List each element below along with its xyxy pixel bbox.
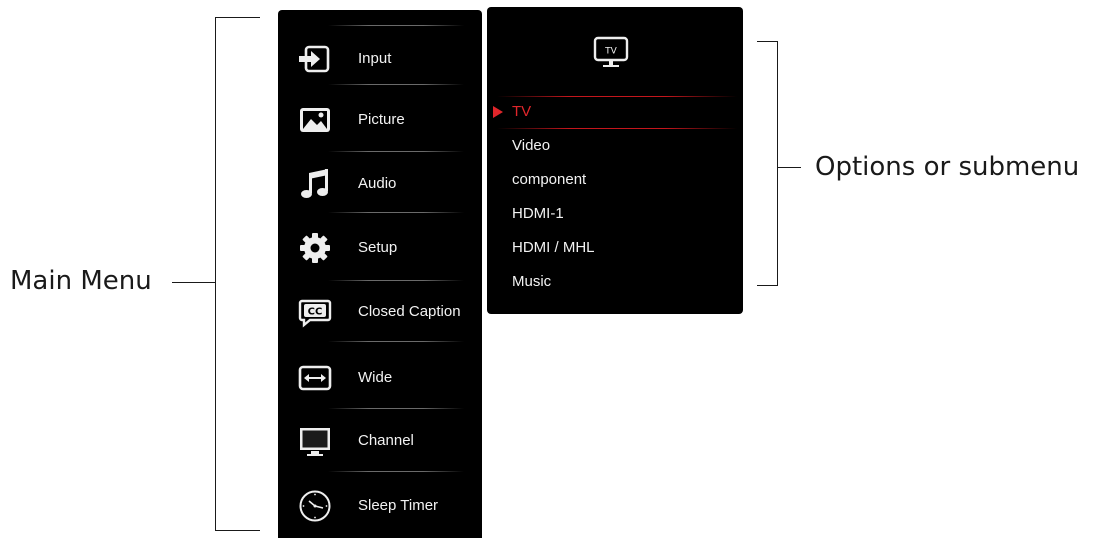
tv-icon-text: TV [604,47,617,57]
menu-item-picture[interactable]: Picture [278,88,482,152]
menu-item-label: Wide [358,369,393,386]
picture-icon [300,108,330,132]
menu-item-label: Audio [358,175,397,192]
menu-item-label: Input [358,50,392,67]
menu-item-label: Sleep Timer [358,497,439,514]
submenu-callout-line [777,167,801,168]
menu-item-input[interactable]: Input [278,27,482,91]
menu-divider [328,25,464,26]
channel-icon [300,428,330,456]
submenu-item-music[interactable]: Music [487,265,743,299]
main-menu-callout-label: Main Menu [10,266,152,296]
menu-item-audio[interactable]: Audio [278,152,482,216]
main-menu-panel: Input Picture Audio Setup CC Closed Capt… [278,10,482,538]
main-menu-bracket [215,17,260,531]
submenu-item-label: HDMI-1 [512,205,564,222]
submenu-item-component[interactable]: component [487,163,743,197]
menu-divider [328,212,464,213]
submenu-item-video[interactable]: Video [487,129,743,163]
menu-item-wide[interactable]: Wide [278,346,482,410]
submenu-bracket [757,41,778,286]
submenu-item-label: HDMI / MHL [512,239,595,256]
submenu-panel: TV TV Video component HDMI-1 HDMI / MHL … [487,7,743,314]
menu-item-setup[interactable]: Setup [278,216,482,280]
menu-item-label: Setup [358,239,398,256]
tv-icon: TV [593,36,629,67]
menu-divider [328,84,464,85]
submenu-item-tv[interactable]: TV [487,95,743,129]
menu-item-label: Closed Caption [358,303,461,320]
submenu-callout-label: Options or submenu [815,152,1080,182]
submenu-item-label: component [512,171,587,188]
wide-icon [298,365,332,391]
menu-divider [328,341,464,342]
menu-item-sleep-timer[interactable]: Sleep Timer [278,474,482,538]
audio-icon [301,169,328,198]
submenu-item-hdmi-mhl[interactable]: HDMI / MHL [487,231,743,265]
submenu-item-hdmi-1[interactable]: HDMI-1 [487,197,743,231]
submenu-item-label: Music [512,273,552,290]
svg-text:CC: CC [308,307,323,318]
submenu-item-label: TV [512,103,532,120]
menu-divider [328,471,464,472]
menu-item-label: Channel [358,432,414,449]
menu-item-channel[interactable]: Channel [278,409,482,473]
closed-caption-icon: CC [298,299,332,328]
input-icon [299,45,330,73]
menu-item-closed-caption[interactable]: CC Closed Caption [278,280,482,344]
selection-arrow-icon [493,106,503,118]
submenu-item-label: Video [512,137,551,154]
clock-icon [299,490,331,522]
main-menu-callout-line [172,282,215,283]
gear-icon [300,233,330,263]
menu-item-label: Picture [358,111,405,128]
